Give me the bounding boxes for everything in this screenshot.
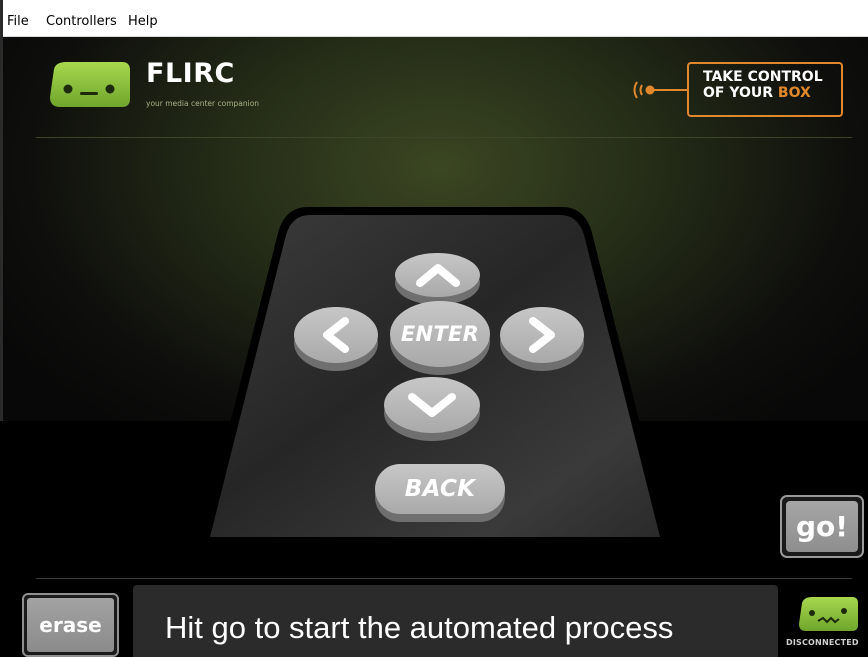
right-button-face	[500, 307, 584, 363]
promo-line-2-white: OF YOUR	[703, 85, 774, 101]
brand-tagline: your media center companion	[146, 99, 260, 108]
right-button[interactable]	[500, 307, 584, 371]
chevron-left-icon	[323, 317, 349, 353]
promo-line-2-orange: BOX	[777, 85, 811, 101]
down-button-face	[384, 377, 480, 433]
menu-bar: File Controllers Help	[0, 0, 868, 37]
chevron-down-icon	[408, 393, 456, 417]
left-button-face	[294, 307, 378, 363]
flirc-logo-icon	[50, 62, 130, 107]
promo-line-2: OF YOUR BOX	[703, 85, 811, 101]
window-edge	[0, 0, 3, 37]
app-area: FLIRC your media center companion TAKE C…	[0, 37, 868, 657]
brand-name: FLIRC	[146, 58, 235, 89]
erase-button-label: erase	[39, 613, 102, 637]
enter-button-face: ENTER	[390, 301, 490, 367]
down-button[interactable]	[384, 377, 480, 441]
go-button-face: go!	[786, 501, 858, 552]
enter-button-label: ENTER	[400, 322, 480, 346]
back-button-face: BACK	[375, 464, 505, 514]
status-message: Hit go to start the automated process	[165, 610, 674, 645]
menu-file[interactable]: File	[7, 14, 29, 30]
erase-button-face: erase	[27, 598, 114, 652]
header-divider	[36, 137, 852, 138]
erase-button[interactable]: erase	[22, 593, 119, 657]
connection-status: DISCONNECTED	[786, 638, 859, 647]
go-button[interactable]: go!	[780, 495, 864, 558]
status-panel: Hit go to start the automated process	[133, 585, 778, 657]
signal-icon	[633, 81, 688, 99]
chevron-right-icon	[529, 317, 555, 353]
remote-control: ENTER BACK	[200, 205, 670, 545]
menu-controllers[interactable]: Controllers	[46, 14, 117, 30]
promo-line-1: TAKE CONTROL	[703, 69, 823, 85]
menu-help[interactable]: Help	[128, 14, 158, 30]
back-button-label: BACK	[404, 476, 476, 502]
bottom-divider	[36, 578, 852, 579]
back-button[interactable]: BACK	[375, 464, 505, 522]
up-button-face	[395, 253, 480, 297]
left-button[interactable]	[294, 307, 378, 371]
disconnected-device-icon	[799, 597, 858, 631]
go-button-label: go!	[795, 510, 849, 543]
up-button[interactable]	[395, 253, 480, 305]
chevron-up-icon	[415, 264, 460, 287]
take-control-badge: TAKE CONTROL OF YOUR BOX	[631, 59, 849, 123]
enter-button[interactable]: ENTER	[390, 301, 490, 375]
